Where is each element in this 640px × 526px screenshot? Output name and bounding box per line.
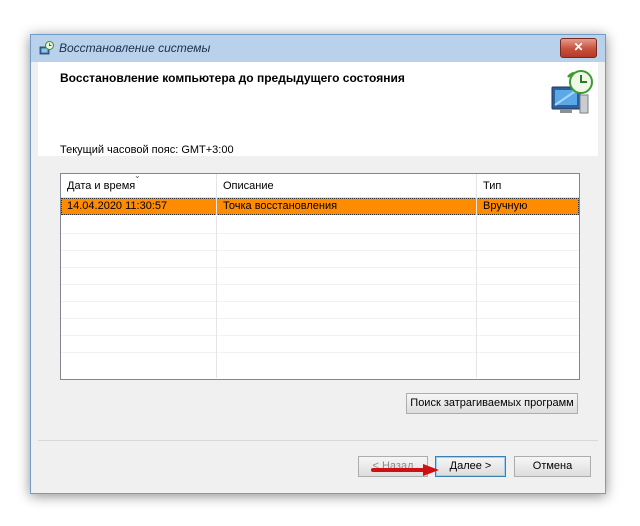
cancel-button[interactable]: Отмена — [514, 456, 591, 477]
row-description: Точка восстановления — [217, 198, 477, 215]
computer-restore-icon — [551, 70, 593, 114]
table-header: Дата и время ⌄ Описание Тип — [61, 171, 579, 198]
empty-row — [61, 250, 579, 268]
empty-row — [61, 233, 579, 251]
empty-row — [61, 301, 579, 319]
row-date: 14.04.2020 11:30:57 — [61, 198, 217, 215]
system-restore-icon — [39, 41, 54, 55]
system-restore-window: Восстановление системы ✕ Восстановление … — [30, 34, 606, 494]
sort-indicator-icon: ⌄ — [134, 171, 141, 180]
column-label-date: Дата и время — [67, 180, 136, 192]
empty-row — [61, 335, 579, 353]
table-row[interactable]: 14.04.2020 11:30:57 Точка восстановления… — [61, 198, 579, 215]
column-header-date[interactable]: Дата и время ⌄ — [61, 171, 217, 197]
empty-row — [61, 216, 579, 234]
empty-row — [61, 267, 579, 285]
close-icon: ✕ — [573, 40, 584, 54]
wizard-footer: < Назад Далее > Отмена — [38, 440, 598, 487]
close-button[interactable]: ✕ — [560, 38, 597, 58]
title-bar[interactable]: Восстановление системы ✕ — [31, 35, 605, 62]
row-type: Вручную — [483, 200, 528, 212]
empty-row — [61, 318, 579, 336]
column-header-type[interactable]: Тип — [477, 174, 579, 197]
restore-points-list[interactable]: Дата и время ⌄ Описание Тип 14.04.2020 1… — [60, 171, 580, 380]
wizard-header: Восстановление компьютера до предыдущего… — [38, 62, 598, 156]
column-header-description[interactable]: Описание — [217, 174, 477, 197]
wizard-body: Текущий часовой пояс: GMT+3:00 Дата и вр… — [38, 144, 598, 440]
next-button[interactable]: Далее > — [435, 456, 506, 477]
scan-affected-programs-button[interactable]: Поиск затрагиваемых программ — [406, 393, 578, 414]
empty-row — [61, 284, 579, 302]
column-label-description: Описание — [223, 180, 274, 192]
empty-row — [61, 352, 579, 378]
annotation-arrow-icon — [371, 464, 439, 476]
timezone-label: Текущий часовой пояс: GMT+3:00 — [60, 144, 234, 156]
window-title: Восстановление системы — [59, 41, 211, 55]
page-title: Восстановление компьютера до предыдущего… — [60, 71, 405, 85]
column-label-type: Тип — [483, 180, 502, 192]
